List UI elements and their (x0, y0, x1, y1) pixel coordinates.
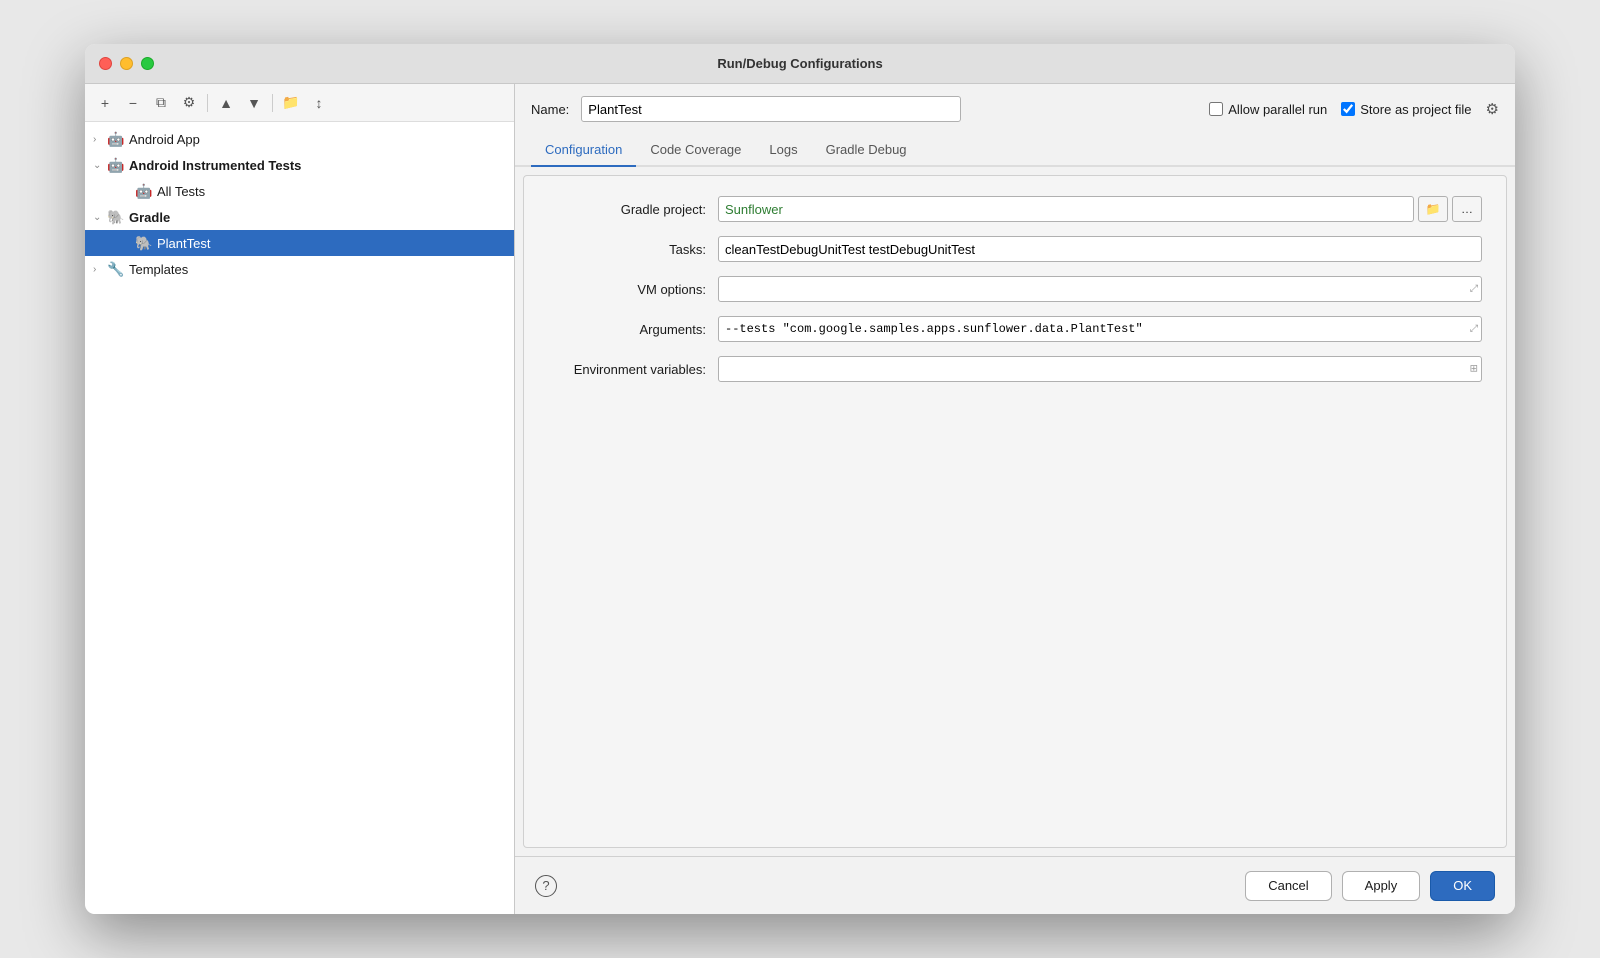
ok-button[interactable]: OK (1430, 871, 1495, 901)
cancel-button[interactable]: Cancel (1245, 871, 1331, 901)
maximize-button[interactable] (141, 57, 154, 70)
title-bar: Run/Debug Configurations (85, 44, 1515, 84)
bottom-bar: ? Cancel Apply OK (515, 856, 1515, 914)
all-tests-icon: 🤖 (135, 182, 153, 200)
vm-options-label: VM options: (548, 282, 718, 297)
tree-item-label: Templates (129, 262, 506, 277)
vm-options-row: VM options: ⤢ (548, 276, 1482, 302)
gradle-project-row: Gradle project: 📁 … (548, 196, 1482, 222)
configurations-tree: › 🤖 Android App ⌄ 🤖 Android Instrumented… (85, 122, 514, 914)
tab-logs[interactable]: Logs (755, 134, 811, 167)
action-buttons: Cancel Apply OK (1245, 871, 1495, 901)
tasks-controls (718, 236, 1482, 262)
arguments-input[interactable] (718, 316, 1482, 342)
arguments-label: Arguments: (548, 322, 718, 337)
apply-button[interactable]: Apply (1342, 871, 1421, 901)
gradle-project-controls: 📁 … (718, 196, 1482, 222)
sort-button[interactable]: ↕ (307, 91, 331, 115)
tasks-row: Tasks: (548, 236, 1482, 262)
env-variables-label: Environment variables: (548, 362, 718, 377)
separator (207, 94, 208, 112)
allow-parallel-checkbox[interactable] (1209, 102, 1223, 116)
android-app-icon: 🤖 (107, 130, 125, 148)
tree-item-templates[interactable]: › 🔧 Templates (85, 256, 514, 282)
tree-item-label: All Tests (157, 184, 506, 199)
tree-item-label: Gradle (129, 210, 506, 225)
copy-button[interactable]: ⧉ (149, 91, 173, 115)
chevron-down-icon: ⌄ (93, 212, 107, 223)
tasks-label: Tasks: (548, 242, 718, 257)
tree-item-label: PlantTest (157, 236, 506, 251)
templates-icon: 🔧 (107, 260, 125, 278)
minimize-button[interactable] (120, 57, 133, 70)
left-panel: + − ⧉ ⚙ ▲ ▼ 📁 ↕ › 🤖 Android App (85, 84, 515, 914)
android-instrumented-icon: 🤖 (107, 156, 125, 174)
vm-options-input-wrapper: ⤢ (718, 276, 1482, 302)
add-button[interactable]: + (93, 91, 117, 115)
store-project-label: Store as project file (1360, 102, 1471, 117)
env-variables-input-wrapper: ⊞ (718, 356, 1482, 382)
allow-parallel-group: Allow parallel run (1209, 102, 1327, 117)
folder-icon: 📁 (1426, 202, 1441, 216)
tree-item-android-instrumented-tests[interactable]: ⌄ 🤖 Android Instrumented Tests (85, 152, 514, 178)
dialog-title: Run/Debug Configurations (717, 56, 882, 71)
arguments-row: Arguments: ⤢ (548, 316, 1482, 342)
move-down-button[interactable]: ▼ (242, 91, 266, 115)
env-variables-row: Environment variables: ⊞ (548, 356, 1482, 382)
ellipsis-icon: … (1461, 202, 1473, 216)
chevron-right-icon: › (93, 264, 107, 275)
name-label: Name: (531, 102, 569, 117)
store-project-checkbox[interactable] (1341, 102, 1355, 116)
tree-item-all-tests[interactable]: 🤖 All Tests (85, 178, 514, 204)
close-button[interactable] (99, 57, 112, 70)
chevron-down-icon: ⌄ (93, 160, 107, 171)
tree-item-label: Android App (129, 132, 506, 147)
chevron-right-icon: › (93, 134, 107, 145)
arguments-controls: ⤢ (718, 316, 1482, 342)
planttest-icon: 🐘 (135, 234, 153, 252)
vm-options-controls: ⤢ (718, 276, 1482, 302)
vm-options-input[interactable] (718, 276, 1482, 302)
tree-item-android-app[interactable]: › 🤖 Android App (85, 126, 514, 152)
window-controls (99, 57, 154, 70)
remove-button[interactable]: − (121, 91, 145, 115)
gradle-project-ellipsis-button[interactable]: … (1452, 196, 1482, 222)
run-debug-dialog: Run/Debug Configurations + − ⧉ ⚙ ▲ ▼ 📁 ↕ (85, 44, 1515, 914)
tabs-bar: Configuration Code Coverage Logs Gradle … (515, 134, 1515, 167)
tasks-input[interactable] (718, 236, 1482, 262)
folder-button[interactable]: 📁 (279, 91, 303, 115)
tree-item-gradle[interactable]: ⌄ 🐘 Gradle (85, 204, 514, 230)
allow-parallel-label: Allow parallel run (1228, 102, 1327, 117)
gradle-icon: 🐘 (107, 208, 125, 226)
move-up-button[interactable]: ▲ (214, 91, 238, 115)
separator2 (272, 94, 273, 112)
right-panel: Name: Allow parallel run Store as projec… (515, 84, 1515, 914)
tab-gradle-debug[interactable]: Gradle Debug (812, 134, 921, 167)
configuration-panel: Gradle project: 📁 … Tasks: (523, 175, 1507, 848)
env-variables-input[interactable] (718, 356, 1482, 382)
arguments-input-wrapper: ⤢ (718, 316, 1482, 342)
env-variables-controls: ⊞ (718, 356, 1482, 382)
header-options: Allow parallel run Store as project file… (1209, 100, 1499, 118)
tree-item-label: Android Instrumented Tests (129, 158, 506, 173)
store-project-group: Store as project file (1341, 102, 1471, 117)
gradle-project-label: Gradle project: (548, 202, 718, 217)
dialog-body: + − ⧉ ⚙ ▲ ▼ 📁 ↕ › 🤖 Android App (85, 84, 1515, 914)
help-button[interactable]: ? (535, 875, 557, 897)
gradle-project-input[interactable] (718, 196, 1414, 222)
tree-item-planttest[interactable]: 🐘 PlantTest (85, 230, 514, 256)
header-bar: Name: Allow parallel run Store as projec… (515, 84, 1515, 134)
left-toolbar: + − ⧉ ⚙ ▲ ▼ 📁 ↕ (85, 84, 514, 122)
tab-configuration[interactable]: Configuration (531, 134, 636, 167)
gradle-project-folder-button[interactable]: 📁 (1418, 196, 1448, 222)
tab-code-coverage[interactable]: Code Coverage (636, 134, 755, 167)
name-input[interactable] (581, 96, 961, 122)
gear-icon[interactable]: ⚙ (1486, 100, 1499, 118)
settings-button[interactable]: ⚙ (177, 91, 201, 115)
